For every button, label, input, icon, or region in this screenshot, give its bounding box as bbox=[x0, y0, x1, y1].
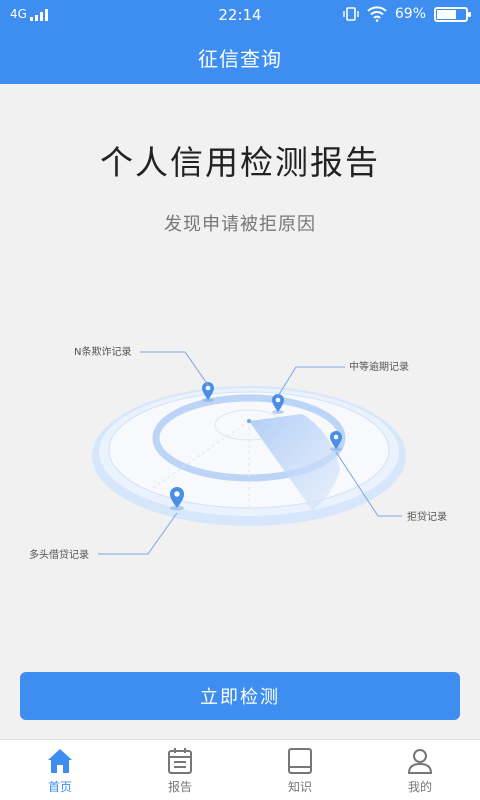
battery-percent: 69% bbox=[394, 6, 426, 22]
tab-mine[interactable]: 我的 bbox=[360, 740, 480, 800]
book-icon bbox=[288, 748, 312, 774]
label-rejected: 拒贷记录 bbox=[407, 510, 447, 523]
home-icon bbox=[48, 749, 72, 773]
label-multi-loan: 多头借贷记录 bbox=[29, 548, 89, 561]
page-title: 征信查询 bbox=[198, 46, 282, 71]
battery-icon bbox=[434, 6, 471, 22]
tab-knowledge-label: 知识 bbox=[287, 780, 312, 794]
user-icon bbox=[407, 749, 433, 774]
vibrate-icon bbox=[343, 7, 359, 21]
tab-mine-label: 我的 bbox=[407, 780, 432, 794]
report-title: 个人信用检测报告 bbox=[100, 143, 380, 182]
wifi-icon bbox=[367, 6, 387, 22]
start-check-button[interactable]: 立即检测 bbox=[20, 672, 460, 720]
pin-rejected bbox=[330, 431, 342, 451]
label-overdue: 中等逾期记录 bbox=[349, 360, 409, 373]
tab-report-label: 报告 bbox=[167, 780, 192, 794]
radar-illustration: N条欺诈记录 中等逾期记录 拒贷记录 多头借贷记录 bbox=[29, 345, 447, 561]
status-icons: 69% bbox=[343, 6, 471, 22]
calendar-icon bbox=[168, 748, 192, 774]
status-bar: 4G 22:14 69% bbox=[0, 0, 480, 30]
pin-multi-loan bbox=[170, 487, 184, 511]
tab-knowledge[interactable]: 知识 bbox=[240, 740, 360, 800]
pin-overdue bbox=[272, 394, 284, 414]
tab-report[interactable]: 报告 bbox=[120, 740, 240, 800]
tab-home[interactable]: 首页 bbox=[0, 740, 120, 800]
nav-bar: 征信查询 bbox=[0, 30, 480, 84]
label-fraud: N条欺诈记录 bbox=[74, 345, 131, 358]
report-subtitle: 发现申请被拒原因 bbox=[164, 214, 316, 235]
bottom-tab-bar: 首页 报告 知识 我的 bbox=[0, 739, 480, 800]
tab-home-label: 首页 bbox=[47, 780, 72, 794]
